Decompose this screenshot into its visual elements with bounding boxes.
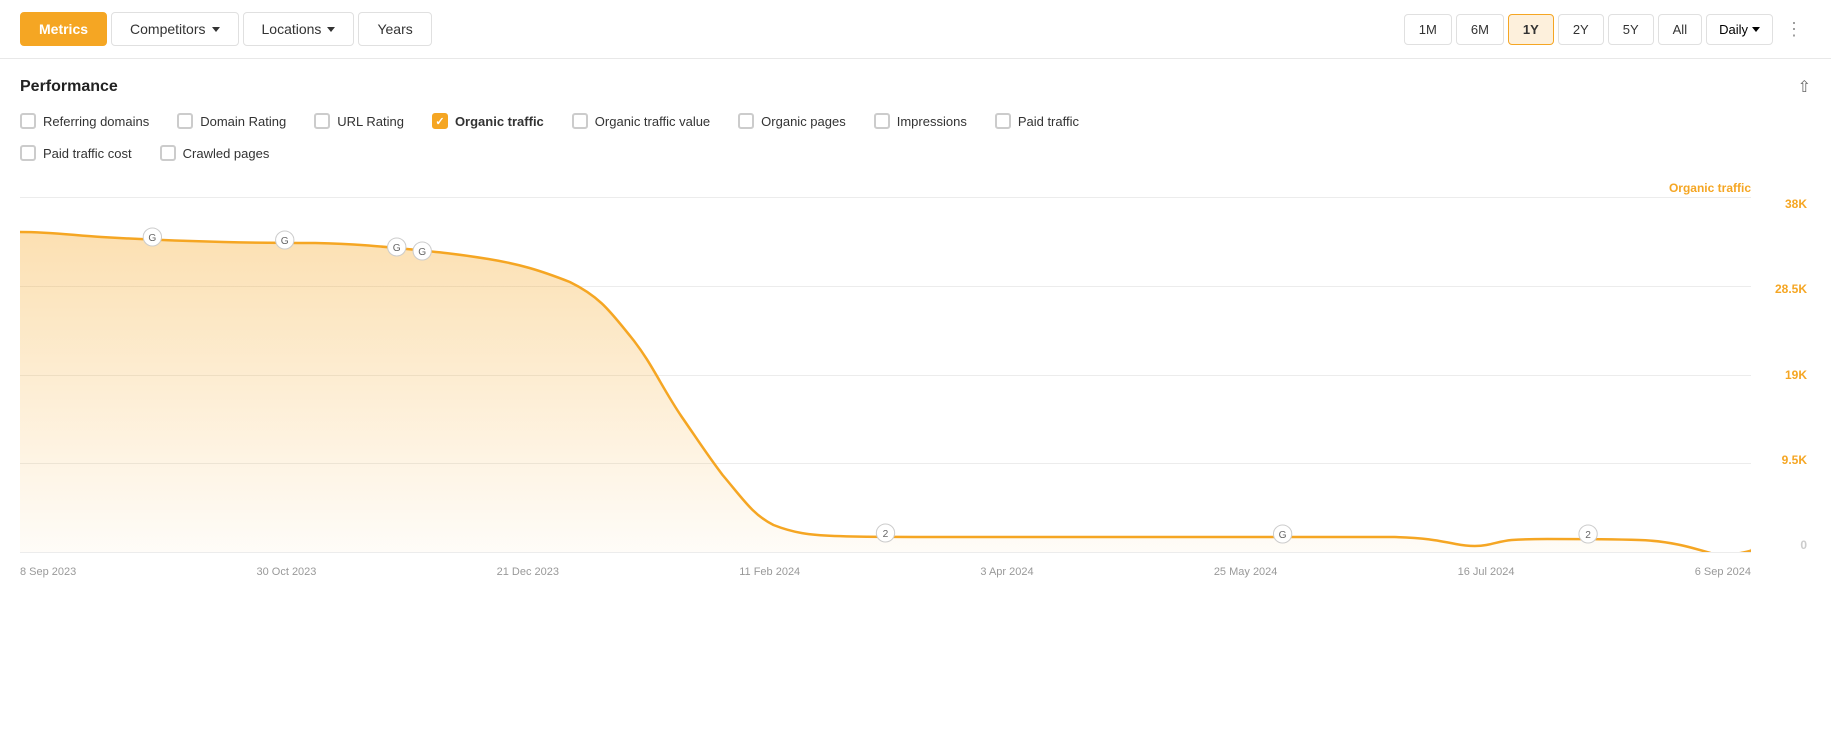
svg-text:2: 2 bbox=[1585, 530, 1591, 541]
metric-referring-domains[interactable]: Referring domains bbox=[20, 113, 149, 129]
x-axis: 8 Sep 2023 30 Oct 2023 21 Dec 2023 11 Fe… bbox=[20, 557, 1751, 587]
x-label-6: 16 Jul 2024 bbox=[1458, 566, 1515, 578]
svg-text:G: G bbox=[393, 243, 401, 254]
chart-legend-organic: Organic traffic bbox=[1669, 181, 1751, 195]
y-label-38k: 38K bbox=[1753, 197, 1811, 211]
metrics-row-2: Paid traffic cost Crawled pages bbox=[20, 145, 1811, 169]
y-label-0: 0 bbox=[1753, 538, 1811, 552]
metric-organic-traffic-value[interactable]: Organic traffic value bbox=[572, 113, 710, 129]
svg-text:G: G bbox=[281, 236, 289, 247]
time-controls: 1M 6M 1Y 2Y 5Y All Daily ⋮ bbox=[1404, 14, 1811, 45]
tab-metrics[interactable]: Metrics bbox=[20, 12, 107, 46]
checkbox-referring-domains[interactable] bbox=[20, 113, 36, 129]
chart-svg: G G G G 2 G 2 bbox=[20, 197, 1751, 552]
chevron-down-icon bbox=[1752, 27, 1760, 32]
y-label-9k: 9.5K bbox=[1753, 453, 1811, 467]
metric-label-domain-rating: Domain Rating bbox=[200, 114, 286, 129]
x-label-5: 25 May 2024 bbox=[1214, 566, 1278, 578]
grid-line-bottom bbox=[20, 552, 1751, 553]
x-label-2: 21 Dec 2023 bbox=[497, 566, 559, 578]
tab-years[interactable]: Years bbox=[358, 12, 431, 46]
time-2y[interactable]: 2Y bbox=[1558, 14, 1604, 45]
metric-paid-traffic[interactable]: Paid traffic bbox=[995, 113, 1079, 129]
metric-domain-rating[interactable]: Domain Rating bbox=[177, 113, 286, 129]
y-axis: 38K 28.5K 19K 9.5K 0 bbox=[1753, 197, 1811, 552]
performance-section: Performance ⇧ Referring domains Domain R… bbox=[0, 59, 1831, 169]
x-label-3: 11 Feb 2024 bbox=[739, 566, 800, 578]
checkbox-organic-pages[interactable] bbox=[738, 113, 754, 129]
chart-wrapper: Organic traffic G bbox=[0, 179, 1831, 587]
section-header: Performance ⇧ bbox=[20, 77, 1811, 97]
checkbox-organic-traffic-value[interactable] bbox=[572, 113, 588, 129]
time-5y[interactable]: 5Y bbox=[1608, 14, 1654, 45]
metric-impressions[interactable]: Impressions bbox=[874, 113, 967, 129]
top-bar: Metrics Competitors Locations Years 1M 6… bbox=[0, 0, 1831, 59]
svg-text:G: G bbox=[1279, 530, 1287, 541]
chevron-down-icon bbox=[212, 27, 220, 32]
more-options-button[interactable]: ⋮ bbox=[1777, 15, 1811, 44]
tab-competitors[interactable]: Competitors bbox=[111, 12, 238, 46]
x-label-0: 8 Sep 2023 bbox=[20, 566, 76, 578]
time-1y[interactable]: 1Y bbox=[1508, 14, 1554, 45]
metric-label-organic-traffic-value: Organic traffic value bbox=[595, 114, 710, 129]
metrics-row-1: Referring domains Domain Rating URL Rati… bbox=[20, 113, 1811, 137]
time-1m[interactable]: 1M bbox=[1404, 14, 1452, 45]
metric-paid-traffic-cost[interactable]: Paid traffic cost bbox=[20, 145, 132, 161]
metric-crawled-pages[interactable]: Crawled pages bbox=[160, 145, 270, 161]
metric-url-rating[interactable]: URL Rating bbox=[314, 113, 404, 129]
x-label-1: 30 Oct 2023 bbox=[256, 566, 316, 578]
tab-group: Metrics Competitors Locations Years bbox=[20, 12, 432, 46]
svg-text:2: 2 bbox=[883, 529, 889, 540]
x-label-4: 3 Apr 2024 bbox=[980, 566, 1033, 578]
chevron-down-icon bbox=[327, 27, 335, 32]
metric-label-referring-domains: Referring domains bbox=[43, 114, 149, 129]
y-label-28k: 28.5K bbox=[1753, 282, 1811, 296]
tab-locations[interactable]: Locations bbox=[243, 12, 355, 46]
metric-organic-traffic[interactable]: Organic traffic bbox=[432, 113, 544, 129]
checkbox-paid-traffic[interactable] bbox=[995, 113, 1011, 129]
x-label-7: 6 Sep 2024 bbox=[1695, 566, 1751, 578]
metric-label-url-rating: URL Rating bbox=[337, 114, 404, 129]
svg-text:G: G bbox=[418, 247, 426, 258]
collapse-button[interactable]: ⇧ bbox=[1798, 77, 1811, 97]
checkbox-impressions[interactable] bbox=[874, 113, 890, 129]
svg-text:G: G bbox=[148, 233, 156, 244]
checkbox-domain-rating[interactable] bbox=[177, 113, 193, 129]
metric-label-crawled-pages: Crawled pages bbox=[183, 146, 270, 161]
granularity-selector[interactable]: Daily bbox=[1706, 14, 1773, 45]
metric-organic-pages[interactable]: Organic pages bbox=[738, 113, 846, 129]
metric-label-paid-traffic-cost: Paid traffic cost bbox=[43, 146, 132, 161]
checkbox-crawled-pages[interactable] bbox=[160, 145, 176, 161]
metric-label-organic-pages: Organic pages bbox=[761, 114, 846, 129]
chart-container: G G G G 2 G 2 38K 28.5K 19K 9.5K 0 bbox=[20, 197, 1811, 587]
checkbox-paid-traffic-cost[interactable] bbox=[20, 145, 36, 161]
time-all[interactable]: All bbox=[1658, 14, 1702, 45]
metric-label-organic-traffic: Organic traffic bbox=[455, 114, 544, 129]
section-title: Performance bbox=[20, 78, 118, 96]
checkbox-url-rating[interactable] bbox=[314, 113, 330, 129]
checkbox-organic-traffic[interactable] bbox=[432, 113, 448, 129]
time-6m[interactable]: 6M bbox=[1456, 14, 1504, 45]
metric-label-paid-traffic: Paid traffic bbox=[1018, 114, 1079, 129]
metric-label-impressions: Impressions bbox=[897, 114, 967, 129]
y-label-19k: 19K bbox=[1753, 368, 1811, 382]
